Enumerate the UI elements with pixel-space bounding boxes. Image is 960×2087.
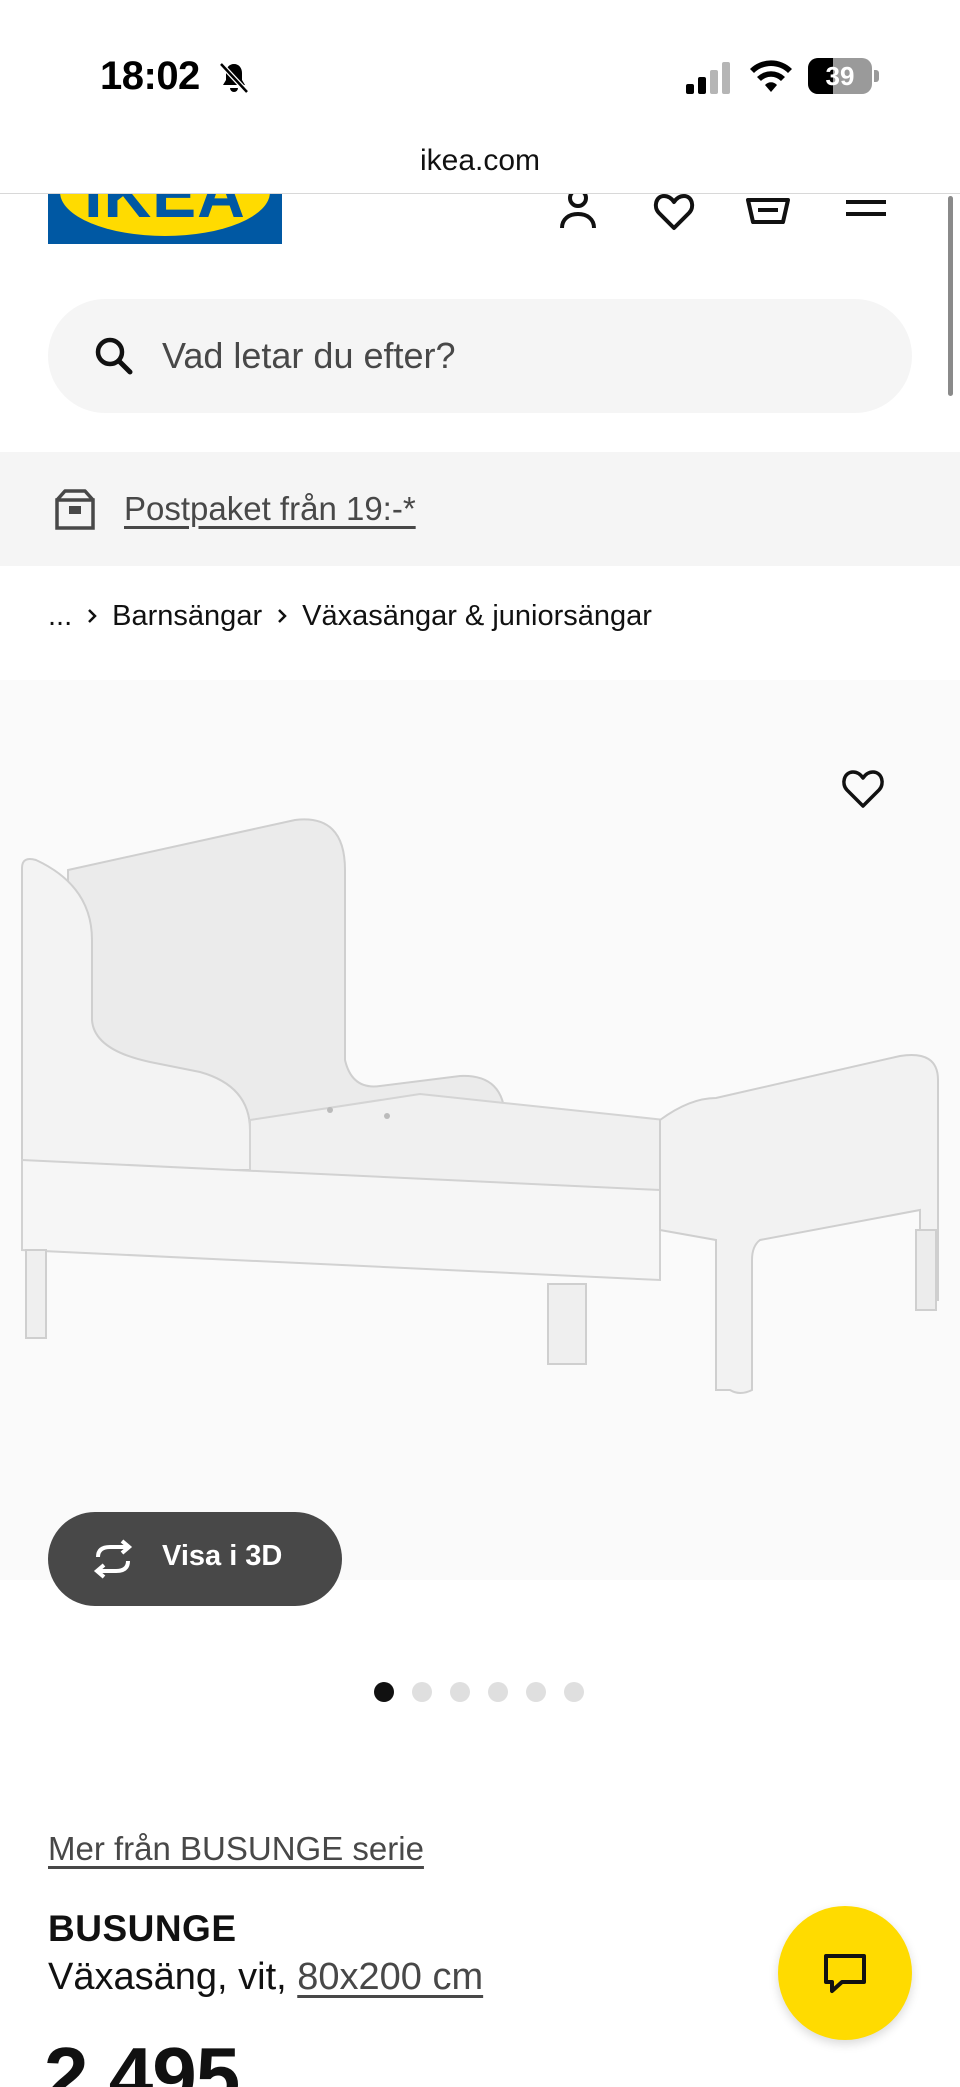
product-image-gallery[interactable]: Visa i 3D [0,680,960,1606]
browser-url-bar[interactable]: ikea.com [0,130,960,194]
gallery-dot-6[interactable] [564,1682,584,1702]
battery-level: 39 [825,61,855,91]
gallery-dot-4[interactable] [488,1682,508,1702]
site-header: IKEA [0,194,960,276]
ikea-logo[interactable]: IKEA [48,194,282,244]
product-description-text: Växasäng, vit, [48,1956,287,1998]
gallery-dot-2[interactable] [412,1682,432,1702]
delivery-promo-banner: Postpaket från 19:-* [0,452,960,566]
status-time: 18:02 [100,54,200,98]
product-image-bed [21,818,939,1394]
breadcrumb: ... Barnsängar Växasängar & juniorsängar [48,596,652,636]
gallery-dot-3[interactable] [450,1682,470,1702]
view-in-3d-label: Visa i 3D [162,1540,283,1572]
wishlist-icon[interactable] [650,194,698,236]
series-link[interactable]: Mer från BUSUNGE serie [48,1830,424,1868]
breadcrumb-ellipsis[interactable]: ... [48,600,72,633]
account-icon[interactable] [554,194,602,236]
menu-icon[interactable] [842,194,890,236]
delivery-promo-link[interactable]: Postpaket från 19:-* [124,490,416,528]
chevron-right-icon [278,609,287,623]
status-bar: 18:02 39 [0,0,960,130]
search-placeholder: Vad letar du efter? [162,335,456,376]
search-input[interactable]: Vad letar du efter? [48,299,912,413]
search-icon [95,337,133,375]
parcel-icon [55,489,95,530]
gallery-pagination [374,1682,584,1704]
basket-icon[interactable] [744,194,792,236]
save-to-wishlist-heart-icon[interactable] [838,764,888,814]
wifi-icon [750,60,792,92]
cellular-signal-icon [686,62,730,94]
breadcrumb-item-barnsangar[interactable]: Barnsängar [112,600,262,633]
chevron-right-icon [88,609,97,623]
gallery-dot-5[interactable] [526,1682,546,1702]
url-text: ikea.com [419,144,541,177]
gallery-dot-1[interactable] [374,1682,394,1702]
chat-bubble-icon [824,1954,866,1993]
bell-muted-icon [219,62,249,94]
product-name: BUSUNGE [48,1908,237,1949]
product-description: Växasäng, vit, 80x200 cm [48,1956,483,1999]
breadcrumb-item-vaxasangar[interactable]: Växasängar & juniorsängar [302,600,652,633]
product-price: 2 495. [44,2031,261,2087]
page-scrollbar[interactable] [948,196,953,396]
chat-button[interactable] [778,1906,912,2040]
product-size-link[interactable]: 80x200 cm [297,1956,483,1998]
rotate-3d-icon [93,1539,133,1579]
logo-text: IKEA [84,194,246,231]
battery-indicator: 39 [808,58,879,94]
view-in-3d-button[interactable]: Visa i 3D [48,1512,342,1606]
